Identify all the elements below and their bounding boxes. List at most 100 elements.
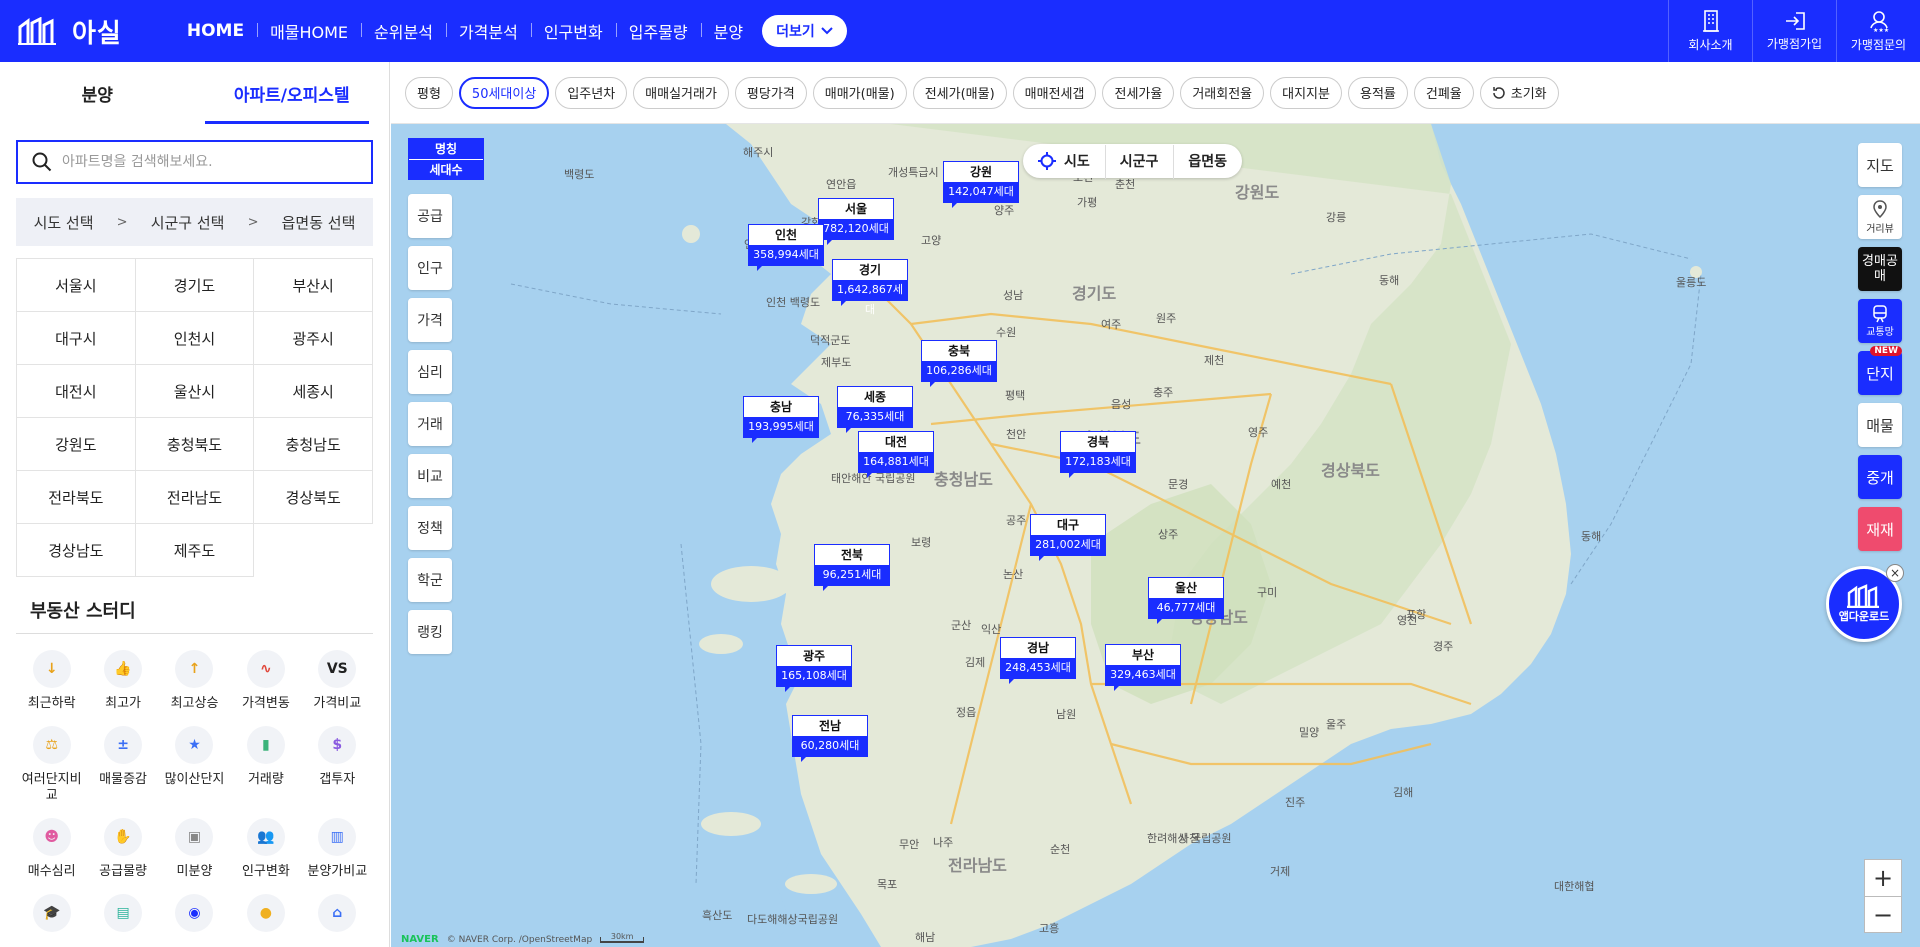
region-item[interactable]: 충청북도 [135, 418, 255, 471]
study-item[interactable]: ↓ 최근하락 [16, 650, 87, 712]
region-marker[interactable]: 경북 172,183세대 [1060, 431, 1136, 478]
region-item[interactable]: 경기도 [135, 259, 255, 312]
study-item[interactable]: ◉ [159, 894, 230, 940]
map-tool-button[interactable]: 심리 [408, 350, 452, 394]
eupmyeondong-select[interactable]: 읍면동 선택 [282, 212, 356, 233]
study-item[interactable]: ✋ 공급물량 [87, 818, 158, 880]
region-marker[interactable]: 광주 165,108세대 [776, 645, 852, 692]
sido-select[interactable]: 시도 선택 [34, 212, 94, 233]
region-item[interactable]: 경상북도 [254, 471, 373, 524]
broker-button[interactable]: 중개 [1858, 455, 1902, 499]
filter-chip[interactable]: 대지지분 [1270, 76, 1342, 109]
nav-price-analysis[interactable]: 가격분석 [445, 19, 531, 43]
region-item[interactable]: 광주시 [254, 312, 373, 365]
marker-legend[interactable]: 명칭 세대수 [408, 138, 484, 180]
map-tool-button[interactable]: 공급 [408, 194, 452, 238]
region-marker[interactable]: 서울 782,120세대 [818, 198, 894, 245]
filter-chip[interactable]: 매매전세갭 [1012, 76, 1097, 109]
region-marker[interactable]: 충북 106,286세대 [921, 340, 997, 387]
region-marker[interactable]: 대전 164,881세대 [858, 431, 934, 478]
reset-filter-button[interactable]: 초기화 [1479, 76, 1559, 109]
map-tool-button[interactable]: 가격 [408, 298, 452, 342]
map-tool-button[interactable]: 랭킹 [408, 610, 452, 654]
study-item[interactable]: $ 갭투자 [302, 726, 373, 804]
map-tool-button[interactable]: 인구 [408, 246, 452, 290]
region-marker[interactable]: 대구 281,002세대 [1030, 514, 1106, 561]
filter-chip[interactable]: 용적률 [1347, 76, 1408, 109]
study-item[interactable]: ↑ 최고상승 [159, 650, 230, 712]
nav-move-in[interactable]: 입주물량 [615, 19, 701, 43]
region-marker[interactable]: 강원 142,047세대 [943, 161, 1019, 208]
region-marker[interactable]: 경남 248,453세대 [1000, 637, 1076, 684]
region-marker[interactable]: 경기 1,642,867세대 [832, 259, 908, 316]
level-sigungu[interactable]: 시군구 [1104, 145, 1174, 179]
region-item[interactable]: 경상남도 [17, 524, 136, 577]
region-marker[interactable]: 전북 96,251세대 [814, 544, 890, 591]
study-item[interactable]: 🎓 [16, 894, 87, 940]
region-item[interactable]: 대전시 [17, 365, 136, 418]
level-eupmyeondong[interactable]: 읍면동 [1173, 145, 1242, 179]
map-tool-button[interactable]: 비교 [408, 454, 452, 498]
search-input[interactable] [62, 154, 362, 170]
filter-chip[interactable]: 전세가(매물) [912, 76, 1007, 109]
map-tool-button[interactable]: 정책 [408, 506, 452, 550]
map-type-button[interactable]: 지도 [1858, 143, 1902, 187]
study-item[interactable]: ☻ 매수심리 [16, 818, 87, 880]
nav-ranking[interactable]: 순위분석 [361, 19, 446, 43]
study-item[interactable]: ● [230, 894, 301, 940]
region-item[interactable]: 전라남도 [135, 471, 255, 524]
region-marker[interactable]: 인천 358,994세대 [748, 224, 824, 271]
nav-listing-home[interactable]: 매물HOME [257, 19, 361, 43]
study-item[interactable]: 👍 최고가 [87, 650, 158, 712]
filter-chip[interactable]: 50세대이상 [458, 76, 550, 109]
region-marker[interactable]: 부산 329,463세대 [1105, 644, 1181, 691]
nav-home[interactable]: HOME [174, 21, 257, 41]
study-item[interactable]: ⌂ [302, 894, 373, 940]
map-view[interactable]: 해주시개성특급시연안읍백령도강화동두천포천가평춘천양주고양연평도인천 백령도덕적… [391, 124, 1920, 947]
close-icon[interactable]: × [1886, 564, 1904, 582]
filter-chip[interactable]: 평당가격 [734, 76, 807, 109]
redevelopment-button[interactable]: 재재 [1858, 507, 1902, 551]
filter-chip[interactable]: 평형 [405, 76, 453, 109]
filter-chip[interactable]: 건폐율 [1413, 76, 1474, 109]
region-item[interactable]: 서울시 [17, 259, 136, 312]
logo[interactable]: 아실 [18, 13, 122, 50]
tab-apartment-officetel[interactable]: 아파트/오피스텔 [195, 62, 390, 124]
company-info-button[interactable]: 회사소개 [1668, 0, 1752, 62]
study-item[interactable]: ▮ 거래량 [230, 726, 301, 804]
street-view-button[interactable]: 거리뷰 [1858, 195, 1902, 239]
study-item[interactable]: 👥 인구변화 [230, 818, 301, 880]
region-item[interactable]: 대구시 [17, 312, 136, 365]
region-item[interactable]: 전라북도 [17, 471, 136, 524]
franchise-join-button[interactable]: 가맹점가입 [1752, 0, 1836, 62]
region-marker[interactable]: 세종 76,335세대 [837, 386, 913, 433]
filter-chip[interactable]: 매매실거래가 [633, 76, 729, 109]
filter-chip[interactable]: 입주년차 [555, 76, 628, 109]
level-sido[interactable]: 시도 [1023, 151, 1105, 171]
zoom-in-button[interactable]: + [1865, 860, 1901, 896]
auction-button[interactable]: 경매공매 [1858, 247, 1902, 291]
region-item[interactable]: 제주도 [135, 524, 255, 577]
study-item[interactable]: ∿ 가격변동 [230, 650, 301, 712]
zoom-out-button[interactable]: − [1865, 896, 1901, 932]
sigungu-select[interactable]: 시군구 선택 [151, 212, 225, 233]
filter-chip[interactable]: 전세가율 [1102, 76, 1175, 109]
study-item[interactable]: ⚖ 여러단지비교 [16, 726, 87, 804]
transit-button[interactable]: 교통망 [1858, 299, 1902, 343]
study-item[interactable]: ▥ 분양가비교 [302, 818, 373, 880]
study-item[interactable]: ▤ [87, 894, 158, 940]
study-item[interactable]: ▣ 미분양 [159, 818, 230, 880]
nav-presale[interactable]: 분양 [700, 19, 756, 43]
more-button[interactable]: 더보기 [762, 15, 847, 47]
study-item[interactable]: ★ 많이산단지 [159, 726, 230, 804]
franchise-inquiry-button[interactable]: ★★★ 가맹점문의 [1836, 0, 1920, 62]
map-tool-button[interactable]: 거래 [408, 402, 452, 446]
nav-population[interactable]: 인구변화 [530, 19, 616, 43]
map-tool-button[interactable]: 학군 [408, 558, 452, 602]
filter-chip[interactable]: 매매가(매물) [812, 76, 907, 109]
region-item[interactable]: 충청남도 [254, 418, 373, 471]
region-item[interactable]: 강원도 [17, 418, 136, 471]
region-item[interactable]: 세종시 [254, 365, 373, 418]
region-item[interactable]: 울산시 [135, 365, 255, 418]
study-item[interactable]: ± 매물증감 [87, 726, 158, 804]
